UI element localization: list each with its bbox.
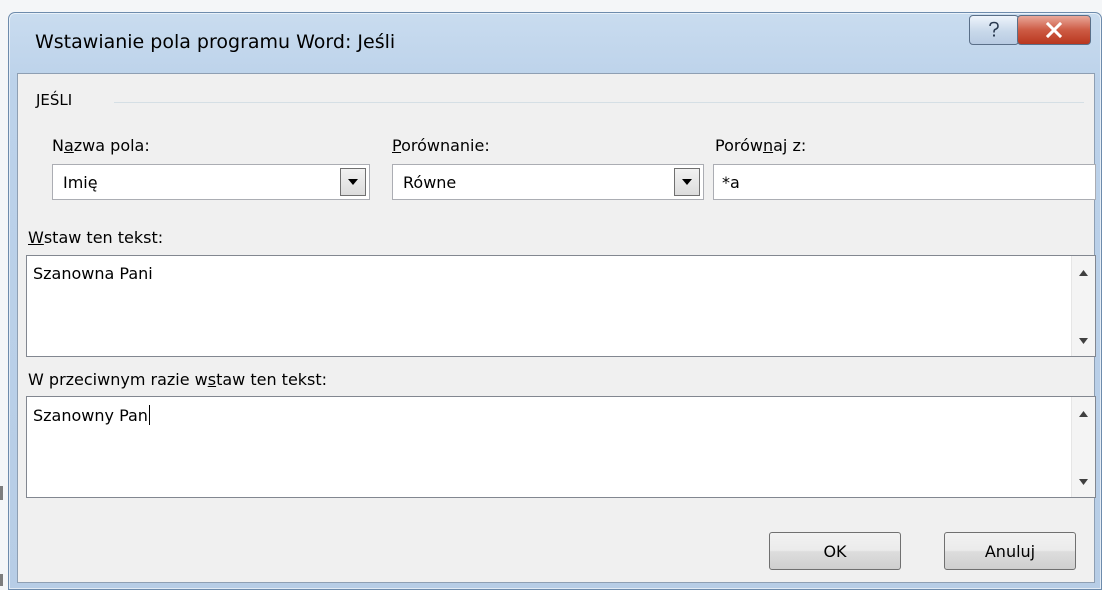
otherwise-text-textarea[interactable]: Szanowny Pan [26,396,1096,498]
compare-to-label: Porównaj z: [715,136,807,155]
compare-to-value: *a [722,173,740,192]
comparison-dropdown-button[interactable] [674,168,700,196]
otherwise-text-scrollbar[interactable] [1071,397,1095,497]
help-button[interactable] [969,15,1019,45]
ok-button[interactable]: OK [769,532,901,570]
scroll-up-icon[interactable] [1079,411,1088,417]
close-button[interactable] [1017,15,1091,45]
question-mark-icon [989,21,999,37]
comparison-label: Porównanie: [392,136,490,155]
chevron-down-icon [348,179,358,185]
insert-text-textarea[interactable]: Szanowna Pani [26,255,1096,357]
insert-text-scrollbar[interactable] [1071,256,1095,356]
otherwise-text-label: W przeciwnym razie wstaw ten tekst: [28,370,328,389]
comparison-combobox[interactable]: Równe [392,164,704,200]
group-divider [114,102,1084,103]
scroll-down-icon[interactable] [1079,479,1088,485]
background-edge-mark [0,486,3,500]
insert-text-value: Szanowna Pani [33,264,153,283]
insert-text-label: Wstaw ten tekst: [28,228,164,247]
title-bar[interactable]: Wstawianie pola programu Word: Jeśli [9,13,1101,73]
dialog-title: Wstawianie pola programu Word: Jeśli [35,31,396,53]
scroll-down-icon[interactable] [1079,338,1088,344]
compare-to-input[interactable]: *a [713,164,1096,200]
close-x-icon [1045,22,1063,38]
otherwise-text-value: Szanowny Pan [33,405,150,425]
background-edge-mark [0,574,3,586]
comparison-value: Równe [403,173,457,192]
chevron-down-icon [682,179,692,185]
field-name-dropdown-button[interactable] [340,168,366,196]
scroll-up-icon[interactable] [1079,270,1088,276]
field-name-combobox[interactable]: Imię [52,164,370,200]
text-caret [148,405,150,425]
group-label: JEŚLI [36,91,73,109]
dialog-window: Wstawianie pola programu Word: Jeśli JEŚ… [8,12,1102,590]
cancel-button[interactable]: Anuluj [944,532,1076,570]
field-name-value: Imię [63,173,98,192]
field-name-label: Nazwa pola: [52,136,150,155]
dialog-client-area: JEŚLI Nazwa pola: Imię Porównanie: Równe… [17,73,1096,583]
